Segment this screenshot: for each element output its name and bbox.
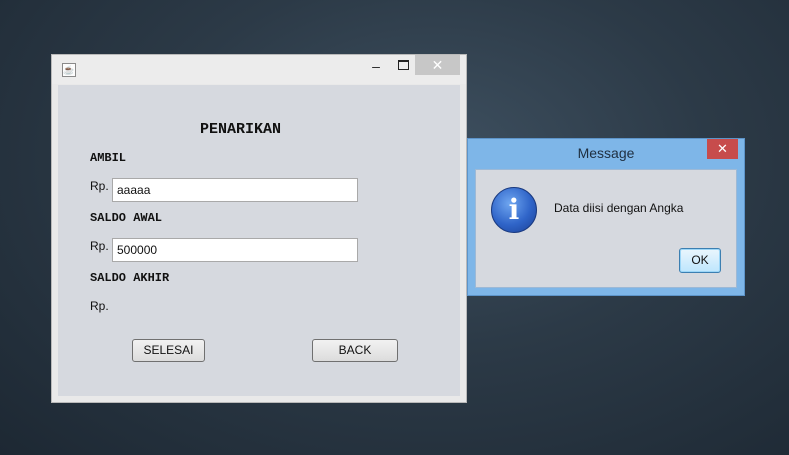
maximize-icon <box>398 60 409 70</box>
close-button[interactable]: ✕ <box>415 55 460 75</box>
info-icon: i <box>491 187 537 233</box>
java-cup-icon: ☕ <box>62 63 76 77</box>
dialog-title[interactable]: Message <box>468 145 744 161</box>
saldo-awal-currency-prefix: Rp. <box>90 239 109 253</box>
saldo-akhir-value: Rp. <box>90 299 109 313</box>
maximize-button[interactable] <box>392 55 414 77</box>
dialog-body: i Data diisi dengan Angka OK <box>475 169 737 288</box>
message-dialog: Message ✕ i Data diisi dengan Angka OK <box>467 138 745 296</box>
dialog-message: Data diisi dengan Angka <box>554 201 684 215</box>
form-title: PENARIKAN <box>200 121 282 138</box>
ambil-label: AMBIL <box>90 151 127 165</box>
window-titlebar[interactable]: ☕ – ✕ <box>52 55 466 84</box>
selesai-button[interactable]: SELESAI <box>132 339 205 362</box>
saldo-awal-label: SALDO AWAL <box>90 211 163 225</box>
form-panel: PENARIKAN AMBIL Rp. aaaaa SALDO AWAL Rp.… <box>58 85 460 396</box>
saldo-awal-input[interactable]: 500000 <box>112 238 358 262</box>
ambil-currency-prefix: Rp. <box>90 179 109 193</box>
dialog-close-button[interactable]: ✕ <box>707 139 738 159</box>
saldo-akhir-label: SALDO AKHIR <box>90 271 170 285</box>
penarikan-window: ☕ – ✕ PENARIKAN AMBIL Rp. aaaaa SALDO AW… <box>51 54 467 403</box>
back-button[interactable]: BACK <box>312 339 398 362</box>
ok-button[interactable]: OK <box>679 248 721 273</box>
ambil-input[interactable]: aaaaa <box>112 178 358 202</box>
minimize-button[interactable]: – <box>365 55 387 77</box>
